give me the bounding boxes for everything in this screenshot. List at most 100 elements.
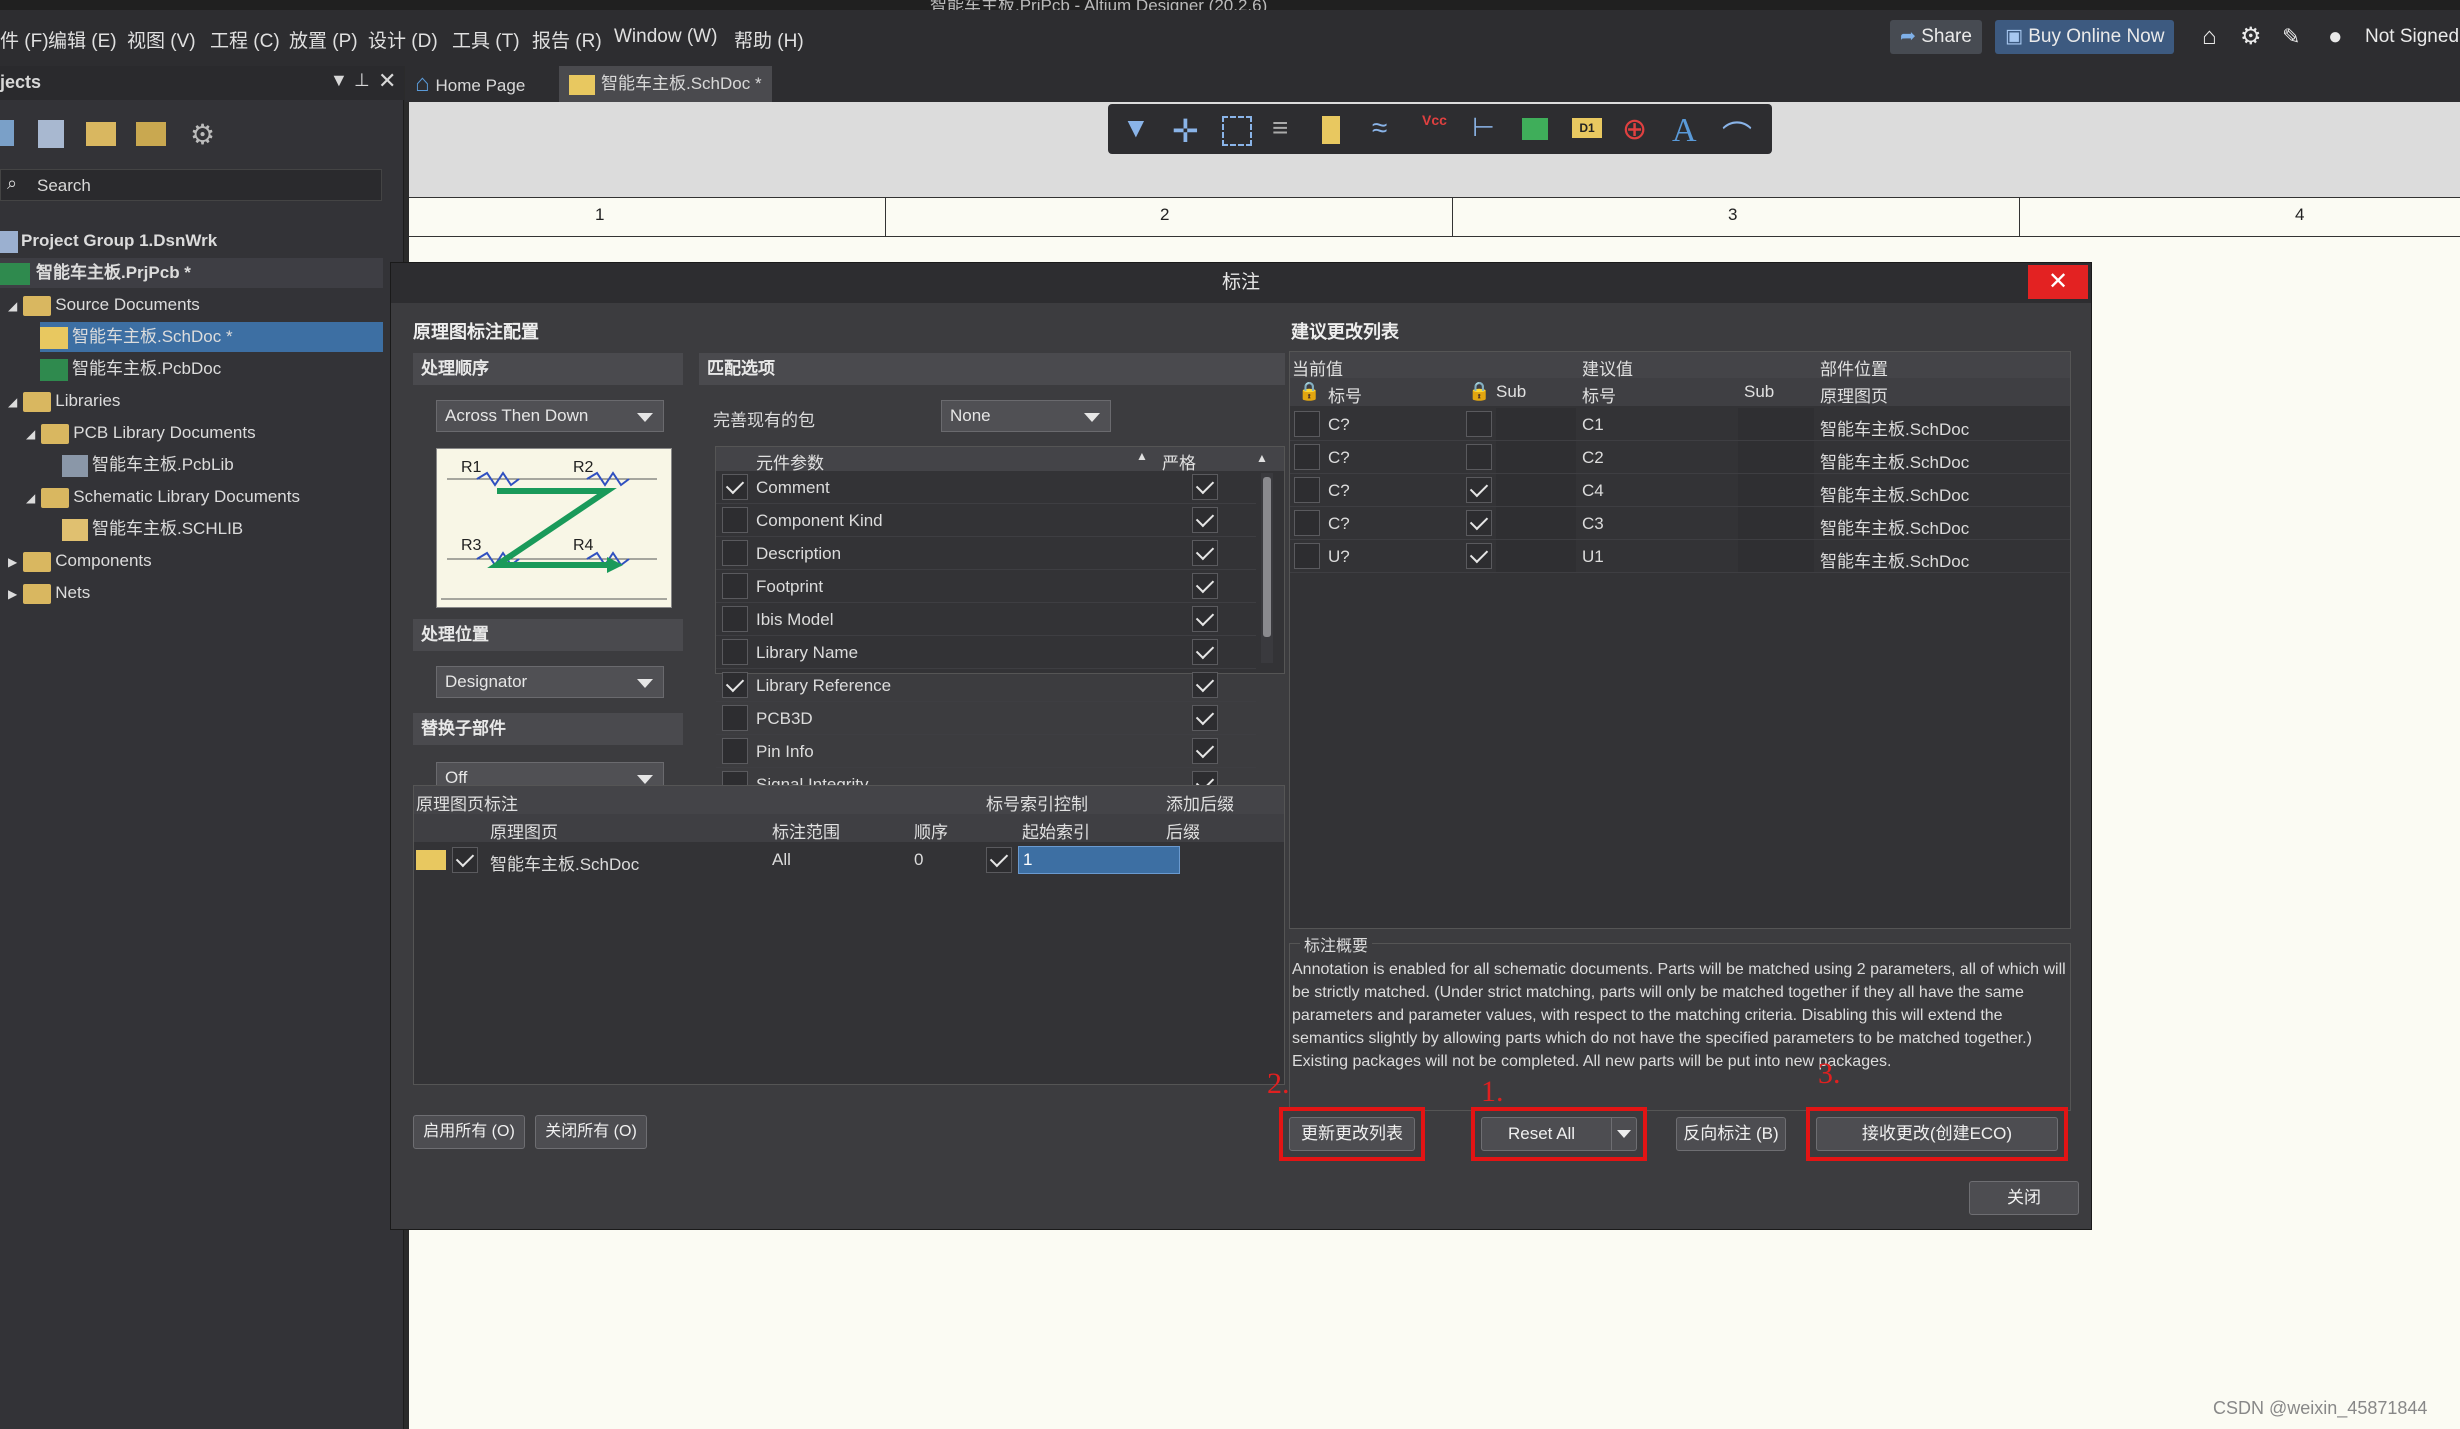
list-item[interactable]: Description (716, 537, 1256, 570)
table-row[interactable]: 智能车主板.SchDoc All 0 1 (414, 844, 1284, 876)
start-index-checkbox[interactable] (986, 847, 1012, 873)
param-checkbox[interactable] (722, 672, 748, 698)
param-checkbox[interactable] (722, 738, 748, 764)
strict-checkbox[interactable] (1192, 540, 1218, 566)
tree-components[interactable]: ▶ Components (8, 546, 152, 576)
user-icon[interactable]: ● (2318, 20, 2353, 54)
table-row[interactable]: C? C4 智能车主板.SchDoc (1290, 474, 2070, 507)
strict-checkbox[interactable] (1192, 573, 1218, 599)
power-port-icon[interactable]: Vcc (1422, 112, 1456, 146)
params-scrollbar[interactable] (1261, 473, 1273, 663)
tree-pcbdoc[interactable]: 智能车主板.PcbDoc (40, 354, 221, 384)
strict-checkbox[interactable] (1192, 474, 1218, 500)
strict-checkbox[interactable] (1192, 705, 1218, 731)
tree-project-group[interactable]: Project Group 1.DsnWrk (0, 226, 217, 256)
sheet-symbol-icon[interactable] (1522, 118, 1548, 140)
location-dropdown[interactable]: Designator (436, 666, 664, 698)
menu-project[interactable]: 工程 (C) (210, 26, 280, 53)
harness-icon[interactable]: ⊢ (1472, 112, 1506, 146)
menu-tools[interactable]: 工具 (T) (452, 26, 520, 53)
strict-checkbox[interactable] (1192, 606, 1218, 632)
list-item[interactable]: Library Name (716, 636, 1256, 669)
notifications-icon[interactable]: ✎ (2272, 20, 2310, 54)
tree-schdoc[interactable]: 智能车主板.SchDoc * (40, 322, 383, 352)
enable-all-button[interactable]: 启用所有 (O) (413, 1115, 525, 1149)
tree-nets[interactable]: ▶ Nets (8, 578, 90, 608)
gear-icon[interactable]: ⚙ (190, 118, 215, 151)
search-input[interactable]: ⌕ Search (0, 169, 382, 201)
sheet-order[interactable]: 0 (914, 850, 923, 870)
table-row[interactable]: C? C2 智能车主板.SchDoc (1290, 441, 2070, 474)
scroll-up-icon[interactable]: ▲ (1256, 451, 1268, 465)
table-row[interactable]: U? U1 智能车主板.SchDoc (1290, 540, 2070, 573)
start-index-input[interactable]: 1 (1018, 846, 1180, 874)
sub-lock-checkbox[interactable] (1466, 510, 1492, 536)
list-item[interactable]: Pin Info (716, 735, 1256, 768)
port-icon[interactable]: D1 (1572, 118, 1602, 138)
sheet-scope[interactable]: All (772, 850, 791, 870)
tree-pcb-library-documents[interactable]: ◢ PCB Library Documents (26, 418, 256, 448)
wire-icon[interactable]: ≈ (1372, 112, 1406, 146)
tree-libraries[interactable]: ◢ Libraries (8, 386, 120, 416)
list-item[interactable]: PCB3D (716, 702, 1256, 735)
param-checkbox[interactable] (722, 507, 748, 533)
align-icon[interactable]: ≡ (1272, 112, 1306, 146)
strict-checkbox[interactable] (1192, 639, 1218, 665)
strict-checkbox[interactable] (1192, 672, 1218, 698)
sub-lock-checkbox[interactable] (1466, 477, 1492, 503)
select-icon[interactable] (1222, 116, 1252, 146)
lock-checkbox[interactable] (1294, 477, 1320, 503)
strict-checkbox[interactable] (1192, 738, 1218, 764)
save-icon[interactable] (0, 120, 14, 146)
user-status[interactable]: Not Signed (2355, 20, 2460, 54)
list-item[interactable]: Ibis Model (716, 603, 1256, 636)
param-checkbox[interactable] (722, 573, 748, 599)
filter-icon[interactable]: ▼ (1122, 112, 1156, 146)
folder-settings-icon[interactable] (136, 122, 166, 146)
pin-icon[interactable]: ⊥ (354, 70, 370, 91)
move-icon[interactable]: ✛ (1172, 112, 1206, 149)
menu-file[interactable]: 件 (F) (0, 26, 49, 53)
params-scroll-thumb[interactable] (1263, 477, 1271, 637)
sort-up-icon[interactable]: ▲ (1136, 449, 1148, 463)
order-dropdown[interactable]: Across Then Down (436, 400, 664, 432)
param-checkbox[interactable] (722, 540, 748, 566)
lock-checkbox[interactable] (1294, 543, 1320, 569)
param-checkbox[interactable] (722, 474, 748, 500)
directive-icon[interactable]: ⊕ (1622, 112, 1656, 146)
share-button[interactable]: ➦ Share (1890, 20, 1982, 54)
close-button[interactable]: 关闭 (1969, 1181, 2079, 1215)
param-checkbox[interactable] (722, 705, 748, 731)
arc-icon[interactable]: ⌒ (1722, 112, 1756, 154)
menu-design[interactable]: 设计 (D) (368, 26, 438, 53)
list-item[interactable]: Component Kind (716, 504, 1256, 537)
buy-online-button[interactable]: ▣ Buy Online Now (1995, 20, 2175, 54)
text-icon[interactable]: A (1672, 112, 1706, 149)
menu-reports[interactable]: 报告 (R) (532, 26, 602, 53)
menu-view[interactable]: 视图 (V) (127, 26, 196, 53)
menu-edit[interactable]: 编辑 (E) (48, 26, 117, 53)
list-item[interactable]: Footprint (716, 570, 1256, 603)
strict-checkbox[interactable] (1192, 507, 1218, 533)
sub-lock-checkbox[interactable] (1466, 411, 1492, 437)
panel-menu-icon[interactable]: ▼ (330, 70, 348, 91)
sub-lock-checkbox[interactable] (1466, 543, 1492, 569)
lock-checkbox[interactable] (1294, 411, 1320, 437)
complete-packages-dropdown[interactable]: None (941, 400, 1111, 432)
lock-checkbox[interactable] (1294, 510, 1320, 536)
dialog-close-button[interactable]: ✕ (2028, 265, 2088, 299)
tree-schlib[interactable]: 智能车主板.SCHLIB (62, 514, 243, 544)
open-folder-icon[interactable] (86, 122, 116, 146)
tree-pcblib[interactable]: 智能车主板.PcbLib (62, 450, 234, 480)
param-checkbox[interactable] (722, 639, 748, 665)
sheet-enable-checkbox[interactable] (452, 847, 478, 873)
disable-all-button[interactable]: 关闭所有 (O) (535, 1115, 647, 1149)
documents-icon[interactable] (38, 120, 64, 148)
tree-schematic-library-documents[interactable]: ◢ Schematic Library Documents (26, 482, 300, 512)
table-row[interactable]: C? C1 智能车主板.SchDoc (1290, 408, 2070, 441)
menu-help[interactable]: 帮助 (H) (734, 26, 804, 53)
home-icon[interactable]: ⌂ (2192, 20, 2227, 54)
tab-home-page[interactable]: ⌂ Home Page (415, 68, 525, 100)
list-item[interactable]: Comment (716, 471, 1256, 504)
back-annotate-button[interactable]: 反向标注 (B) (1676, 1117, 1786, 1151)
